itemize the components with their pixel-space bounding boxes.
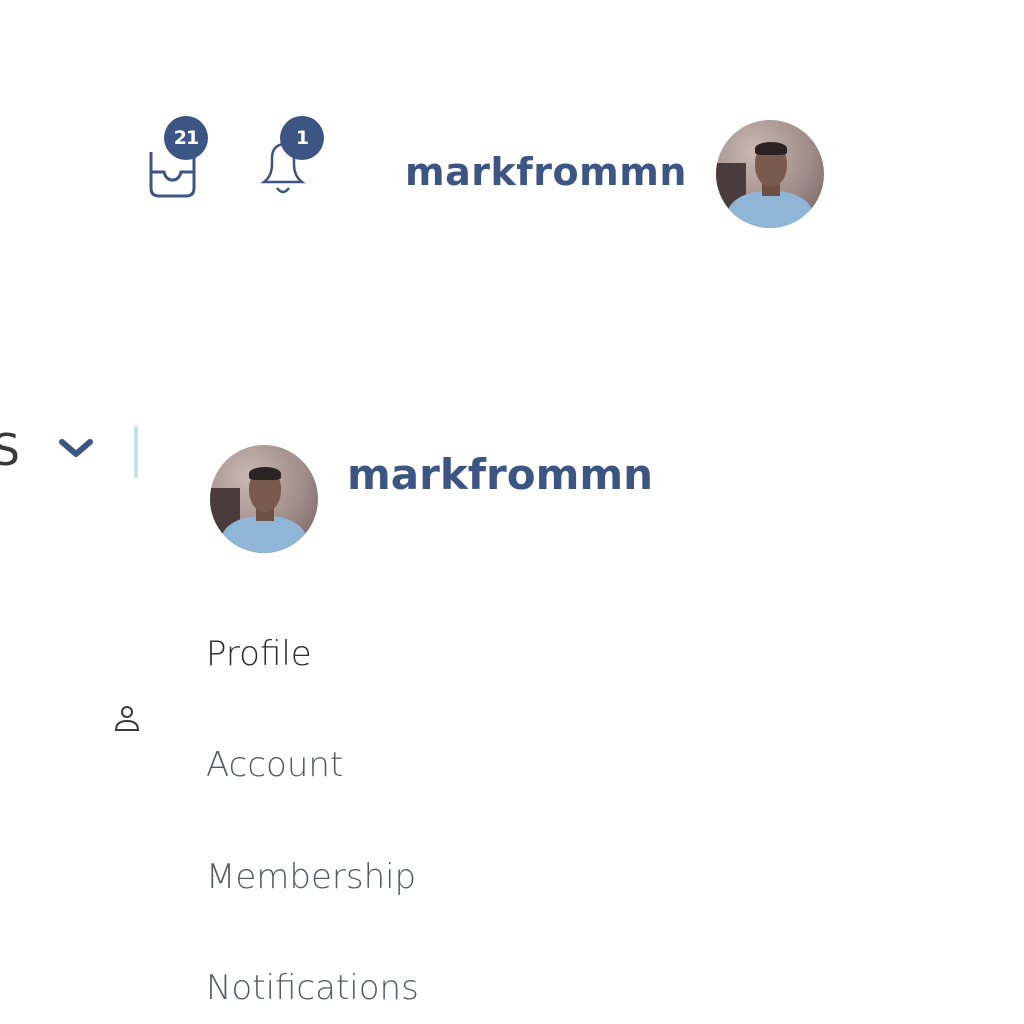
nav-partial-label[interactable]: S (0, 425, 20, 476)
notifications-button[interactable]: 1 (260, 116, 330, 206)
header-username[interactable]: markfrommn (405, 150, 687, 194)
menu-item-notifications[interactable]: Notifications (206, 968, 419, 1008)
chevron-down-icon[interactable] (58, 436, 94, 460)
inbox-button[interactable]: 21 (148, 116, 218, 206)
menu-item-membership[interactable]: Membership (206, 857, 416, 897)
nav-divider (134, 426, 138, 478)
notifications-badge: 1 (280, 116, 324, 160)
avatar-body (726, 191, 814, 228)
header-avatar[interactable] (716, 120, 824, 228)
dropdown-avatar (210, 445, 318, 553)
page: 21 1 markfrommn S markfrommn Profile Acc… (0, 0, 1024, 1024)
inbox-badge: 21 (164, 116, 208, 160)
menu-item-account[interactable]: Account (206, 745, 343, 785)
avatar-body (220, 516, 308, 553)
dropdown-username: markfrommn (347, 450, 654, 499)
avatar-hair (248, 466, 282, 480)
user-icon (114, 706, 140, 731)
menu-item-profile[interactable]: Profile (206, 634, 312, 674)
avatar-hair (754, 141, 788, 155)
